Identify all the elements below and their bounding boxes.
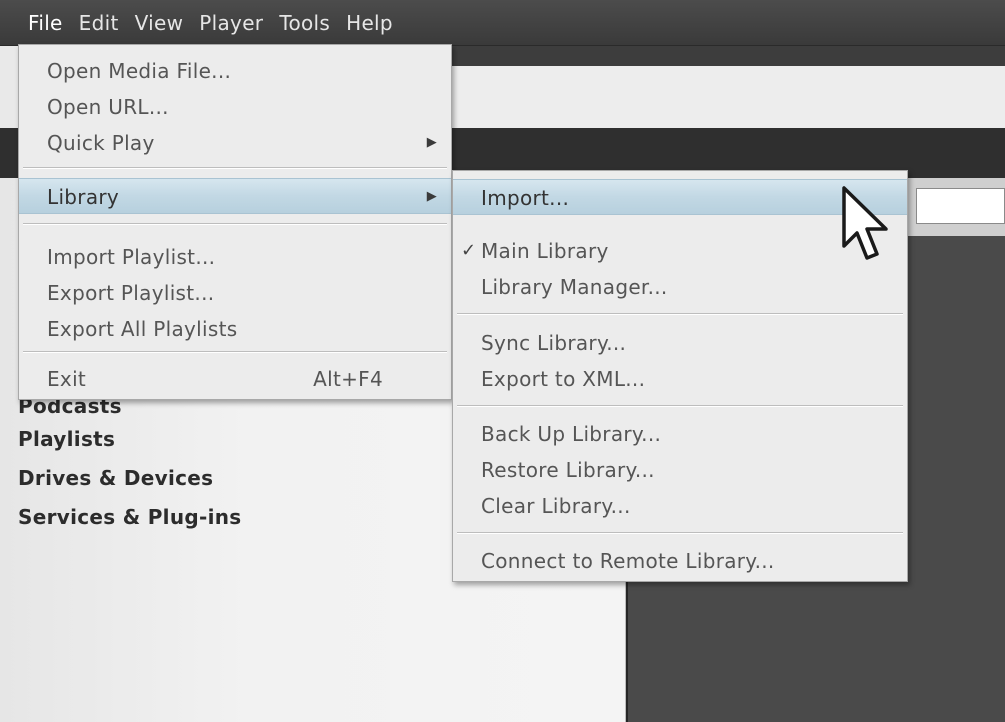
menu-item-export-to-xml[interactable]: Export to XML...	[453, 361, 907, 397]
menu-item-label: Export All Playlists	[47, 317, 238, 341]
menu-item-quick-play[interactable]: Quick Play ▶	[19, 125, 451, 161]
submenu-arrow-icon: ▶	[426, 135, 437, 150]
menu-item-label: Import...	[481, 186, 570, 210]
menu-item-import-playlist[interactable]: Import Playlist...	[19, 239, 451, 275]
menu-separator	[23, 167, 447, 169]
menu-item-clear-library[interactable]: Clear Library...	[453, 488, 907, 524]
menu-file[interactable]: File	[28, 11, 63, 35]
menu-tools[interactable]: Tools	[279, 11, 330, 35]
menu-item-sync-library[interactable]: Sync Library...	[453, 325, 907, 361]
menu-item-export-playlist[interactable]: Export Playlist...	[19, 275, 451, 311]
menu-item-library-manager[interactable]: Library Manager...	[453, 269, 907, 305]
menu-item-exit[interactable]: Exit Alt+F4	[19, 361, 451, 397]
menu-item-import[interactable]: Import...	[453, 179, 907, 215]
menu-separator	[457, 532, 903, 534]
checkmark-icon: ✓	[461, 240, 477, 261]
menu-item-label: Back Up Library...	[481, 422, 662, 446]
menu-item-label: Quick Play	[47, 131, 155, 155]
menu-item-label: Export to XML...	[481, 367, 646, 391]
menu-view[interactable]: View	[135, 11, 184, 35]
menu-item-main-library[interactable]: ✓ Main Library	[453, 233, 907, 269]
menu-item-label: Export Playlist...	[47, 281, 215, 305]
menu-item-label: Library	[47, 185, 120, 209]
search-input[interactable]	[916, 188, 1005, 224]
menu-item-label: Main Library	[481, 239, 609, 263]
menu-player[interactable]: Player	[199, 11, 263, 35]
menu-item-label: Restore Library...	[481, 458, 655, 482]
mouse-pointer-icon	[842, 186, 888, 260]
menu-item-label: Import Playlist...	[47, 245, 216, 269]
file-menu: Open Media File... Open URL... Quick Pla…	[18, 44, 452, 400]
sidebar-item-services-plugins[interactable]: Services & Plug-ins	[18, 498, 241, 537]
sidebar-list: Podcasts Playlists Drives & Devices Serv…	[18, 392, 241, 537]
menu-item-label: Sync Library...	[481, 331, 627, 355]
menu-item-export-all-playlists[interactable]: Export All Playlists	[19, 311, 451, 347]
menu-item-open-media-file[interactable]: Open Media File...	[19, 53, 451, 89]
toolbar	[450, 46, 1005, 66]
menu-separator	[23, 223, 447, 225]
menu-separator	[23, 351, 447, 353]
menu-item-label: Connect to Remote Library...	[481, 549, 775, 573]
menu-separator	[457, 313, 903, 315]
menu-item-label: Exit	[47, 367, 87, 391]
menu-item-label: Open Media File...	[47, 59, 232, 83]
menu-item-label: Library Manager...	[481, 275, 668, 299]
address-bar	[450, 66, 1005, 129]
menu-item-library[interactable]: Library ▶	[19, 178, 451, 214]
submenu-arrow-icon: ▶	[426, 189, 437, 204]
menu-item-restore-library[interactable]: Restore Library...	[453, 452, 907, 488]
menu-help[interactable]: Help	[346, 11, 393, 35]
menu-separator	[457, 405, 903, 407]
menubar: File Edit View Player Tools Help	[0, 0, 1005, 46]
menu-item-label: Clear Library...	[481, 494, 631, 518]
sidebar-item-drives-devices[interactable]: Drives & Devices	[18, 459, 241, 498]
menu-item-open-url[interactable]: Open URL...	[19, 89, 451, 125]
sidebar-item-playlists[interactable]: Playlists	[18, 420, 241, 459]
menu-item-shortcut: Alt+F4	[313, 367, 383, 391]
menu-item-connect-remote-library[interactable]: Connect to Remote Library...	[453, 543, 907, 579]
menu-edit[interactable]: Edit	[79, 11, 119, 35]
menu-item-back-up-library[interactable]: Back Up Library...	[453, 416, 907, 452]
menu-item-label: Open URL...	[47, 95, 169, 119]
